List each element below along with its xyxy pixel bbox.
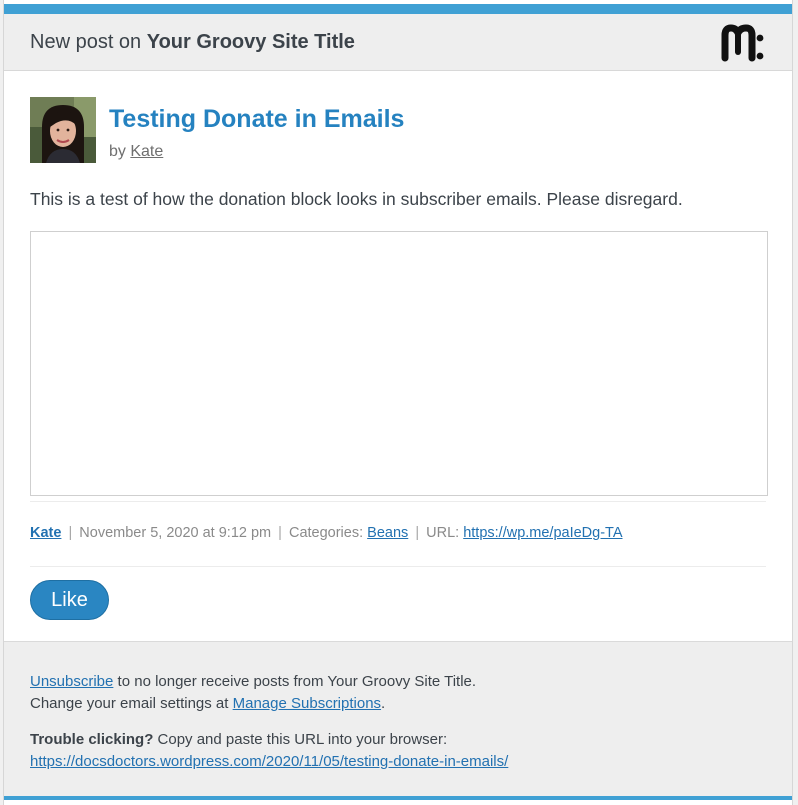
meta-categories-label: Categories: [288, 525, 364, 541]
footer-settings-line: Change your email settings at Manage Sub… [30, 695, 385, 712]
post-heading: Testing Donate in Emails by Kate [30, 97, 770, 163]
avatar-image [30, 97, 96, 163]
unsubscribe-text: to no longer receive posts from Your Gro… [117, 673, 477, 690]
manage-subscriptions-link[interactable]: Manage Subscriptions [233, 695, 381, 712]
meta-divider-top [30, 501, 766, 502]
meta-divider-bottom [30, 566, 766, 567]
header-site-title: Your Groovy Site Title [146, 31, 355, 53]
header-text: New post on Your Groovy Site Title [30, 31, 355, 54]
post-body-text: This is a test of how the donation block… [30, 189, 683, 209]
trouble-label: Trouble clicking? [30, 731, 154, 748]
post-meta: Kate | November 5, 2020 at 9:12 pm | Cat… [30, 525, 623, 541]
settings-period: . [381, 695, 386, 712]
donation-block-placeholder [30, 231, 768, 496]
meta-date: November 5, 2020 at 9:12 pm [79, 525, 272, 541]
mailpoet-logo-icon [721, 24, 764, 62]
footer-unsubscribe-line: Unsubscribe to no longer receive posts f… [30, 673, 476, 690]
unsubscribe-link[interactable]: Unsubscribe [30, 673, 113, 690]
settings-text: Change your email settings at [30, 695, 229, 712]
meta-separator: | [68, 525, 73, 541]
byline-label: by [109, 143, 126, 160]
meta-separator: | [415, 525, 420, 541]
footer-url-line: https://docsdoctors.wordpress.com/2020/1… [30, 753, 508, 770]
meta-author-link[interactable]: Kate [30, 525, 61, 541]
trouble-text: Copy and paste this URL into your browse… [157, 731, 448, 748]
byline-author-link[interactable]: Kate [130, 143, 163, 160]
top-accent-bar [4, 4, 792, 14]
meta-url-label: URL: [426, 525, 460, 541]
bottom-accent-bar [4, 796, 792, 800]
footer-trouble-line: Trouble clicking? Copy and paste this UR… [30, 731, 447, 748]
post-title-link[interactable]: Testing Donate in Emails [109, 105, 404, 134]
like-button[interactable]: Like [30, 580, 109, 620]
header-prefix: New post on [30, 31, 142, 53]
meta-short-url-link[interactable]: https://wp.me/paIeDg-TA [463, 525, 622, 541]
email-header: New post on Your Groovy Site Title [4, 14, 792, 71]
email-footer: Unsubscribe to no longer receive posts f… [4, 641, 792, 797]
byline: by Kate [109, 143, 163, 161]
meta-category-link[interactable]: Beans [367, 525, 408, 541]
email-container: New post on Your Groovy Site Title Testi… [4, 0, 792, 805]
post-url-link[interactable]: https://docsdoctors.wordpress.com/2020/1… [30, 753, 508, 770]
meta-separator: | [278, 525, 282, 541]
author-avatar[interactable] [30, 97, 96, 163]
